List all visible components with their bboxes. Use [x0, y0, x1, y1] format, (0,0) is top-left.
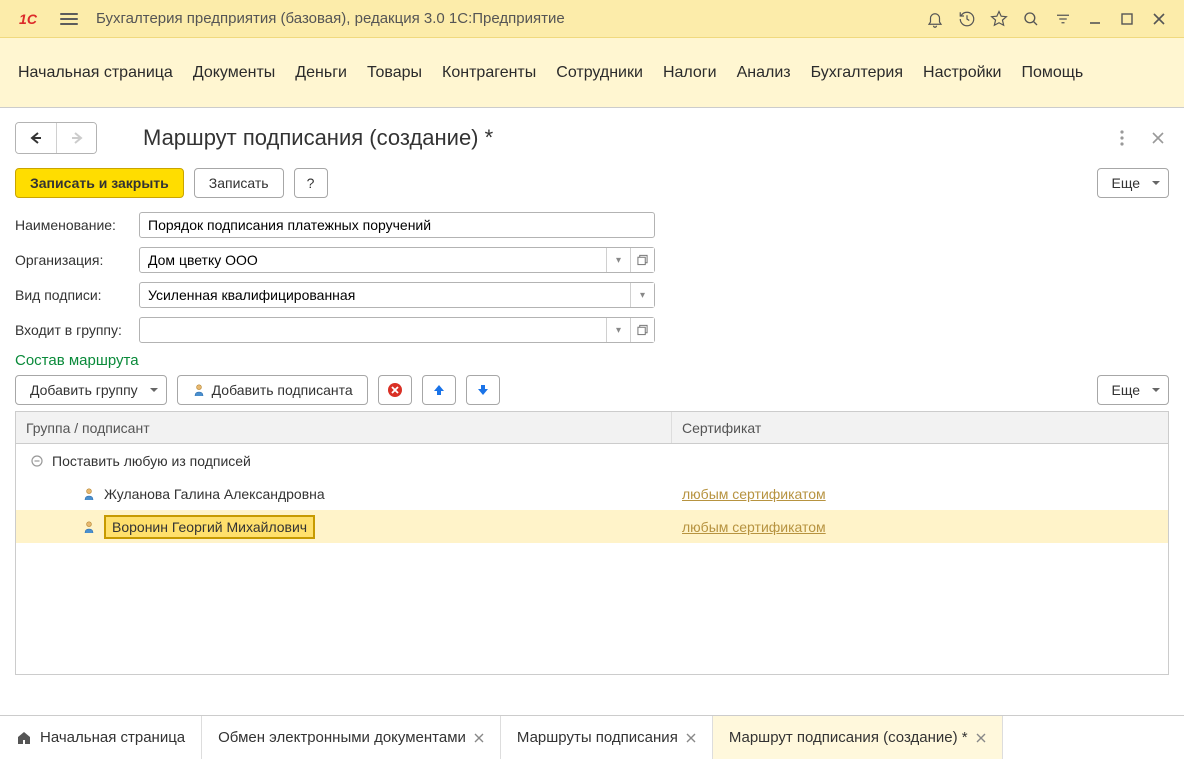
open-ref-icon[interactable]	[630, 248, 654, 272]
close-tab-icon[interactable]	[474, 733, 484, 743]
more-button[interactable]: Еще	[1097, 168, 1170, 198]
sig-type-label: Вид подписи:	[15, 287, 133, 303]
nav-buttons	[15, 122, 97, 154]
page-header: Маршрут подписания (создание) *	[15, 114, 1169, 168]
add-signer-button[interactable]: Добавить подписанта	[177, 375, 368, 405]
menu-item[interactable]: Настройки	[915, 54, 1009, 92]
open-ref-icon[interactable]	[630, 318, 654, 342]
home-icon	[16, 730, 32, 746]
collapse-icon[interactable]	[30, 454, 44, 468]
menu-item[interactable]: Помощь	[1013, 54, 1091, 92]
dropdown-icon[interactable]: ▾	[606, 318, 630, 342]
person-icon	[82, 487, 96, 501]
star-icon[interactable]	[984, 4, 1014, 34]
group-input[interactable]	[140, 318, 606, 342]
close-tab-icon[interactable]	[686, 733, 696, 743]
cert-link[interactable]: любым сертификатом	[682, 519, 826, 535]
signer-name: Жуланова Галина Александровна	[104, 486, 325, 502]
menu-item[interactable]: Бухгалтерия	[803, 54, 911, 92]
tab-item[interactable]: Маршруты подписания	[501, 716, 713, 759]
page-title: Маршрут подписания (создание) *	[107, 125, 1101, 151]
command-bar: Записать и закрыть Записать ? Еще	[15, 168, 1169, 212]
dropdown-icon[interactable]: ▾	[606, 248, 630, 272]
tab-home[interactable]: Начальная страница	[0, 716, 202, 759]
org-label: Организация:	[15, 252, 133, 268]
table-command-bar: Добавить группу Добавить подписанта Еще	[15, 375, 1169, 405]
more-actions-icon[interactable]	[1111, 127, 1133, 149]
menu-item[interactable]: Анализ	[729, 54, 799, 92]
app-logo: 1C	[6, 6, 50, 32]
move-up-button[interactable]	[422, 375, 456, 405]
signer-name: Воронин Георгий Михайлович	[104, 515, 315, 539]
table-header: Группа / подписант Сертификат	[16, 412, 1168, 444]
menu-item[interactable]: Контрагенты	[434, 54, 544, 92]
bottom-tabs: Начальная страница Обмен электронными до…	[0, 715, 1184, 759]
table-row-group[interactable]: Поставить любую из подписей	[16, 444, 1168, 477]
close-tab-icon[interactable]	[976, 733, 986, 743]
save-and-close-button[interactable]: Записать и закрыть	[15, 168, 184, 198]
menu-item[interactable]: Деньги	[287, 54, 355, 92]
titlebar: 1C Бухгалтерия предприятия (базовая), ре…	[0, 0, 1184, 38]
person-icon	[82, 520, 96, 534]
tab-label: Маршруты подписания	[517, 729, 678, 746]
menu-item[interactable]: Начальная страница	[10, 54, 181, 92]
tab-label: Начальная страница	[40, 729, 185, 746]
cert-link[interactable]: любым сертификатом	[682, 486, 826, 502]
sig-type-input[interactable]	[140, 283, 630, 307]
tab-item[interactable]: Обмен электронными документами	[202, 716, 501, 759]
content: Маршрут подписания (создание) * Записать…	[0, 108, 1184, 707]
col-certificate[interactable]: Сертификат	[672, 412, 1168, 443]
close-window-icon[interactable]	[1144, 4, 1174, 34]
main-menu: Начальная страница Документы Деньги Това…	[0, 38, 1184, 108]
search-icon[interactable]	[1016, 4, 1046, 34]
section-title: Состав маршрута	[15, 352, 1169, 369]
add-group-button[interactable]: Добавить группу	[15, 375, 167, 405]
help-button[interactable]: ?	[294, 168, 328, 198]
tab-label: Маршрут подписания (создание) *	[729, 729, 968, 746]
menu-item[interactable]: Налоги	[655, 54, 725, 92]
minimize-icon[interactable]	[1080, 4, 1110, 34]
save-button[interactable]: Записать	[194, 168, 284, 198]
menu-item[interactable]: Товары	[359, 54, 430, 92]
group-label: Входит в группу:	[15, 322, 133, 338]
group-text: Поставить любую из подписей	[52, 453, 251, 469]
name-input[interactable]	[140, 213, 654, 237]
org-input[interactable]	[140, 248, 606, 272]
close-page-icon[interactable]	[1147, 127, 1169, 149]
person-icon	[192, 383, 206, 397]
menu-item[interactable]: Документы	[185, 54, 283, 92]
window-title: Бухгалтерия предприятия (базовая), редак…	[88, 10, 912, 27]
col-group-signer[interactable]: Группа / подписант	[16, 412, 672, 443]
dropdown-icon[interactable]: ▾	[630, 283, 654, 307]
maximize-icon[interactable]	[1112, 4, 1142, 34]
table-row[interactable]: Воронин Георгий Михайлович любым сертифи…	[16, 510, 1168, 543]
nav-back-button[interactable]	[16, 123, 56, 153]
nav-forward-button	[56, 123, 96, 153]
filter-icon[interactable]	[1048, 4, 1078, 34]
move-down-button[interactable]	[466, 375, 500, 405]
table-more-button[interactable]: Еще	[1097, 375, 1170, 405]
tab-item[interactable]: Маршрут подписания (создание) *	[713, 716, 1003, 759]
bell-icon[interactable]	[920, 4, 950, 34]
history-icon[interactable]	[952, 4, 982, 34]
tab-label: Обмен электронными документами	[218, 729, 466, 746]
menu-toggle[interactable]	[58, 8, 80, 30]
add-signer-label: Добавить подписанта	[212, 382, 353, 398]
signers-table: Группа / подписант Сертификат Поставить …	[15, 411, 1169, 675]
table-row[interactable]: Жуланова Галина Александровна любым серт…	[16, 477, 1168, 510]
name-label: Наименование:	[15, 217, 133, 233]
menu-item[interactable]: Сотрудники	[548, 54, 651, 92]
delete-button[interactable]	[378, 375, 412, 405]
